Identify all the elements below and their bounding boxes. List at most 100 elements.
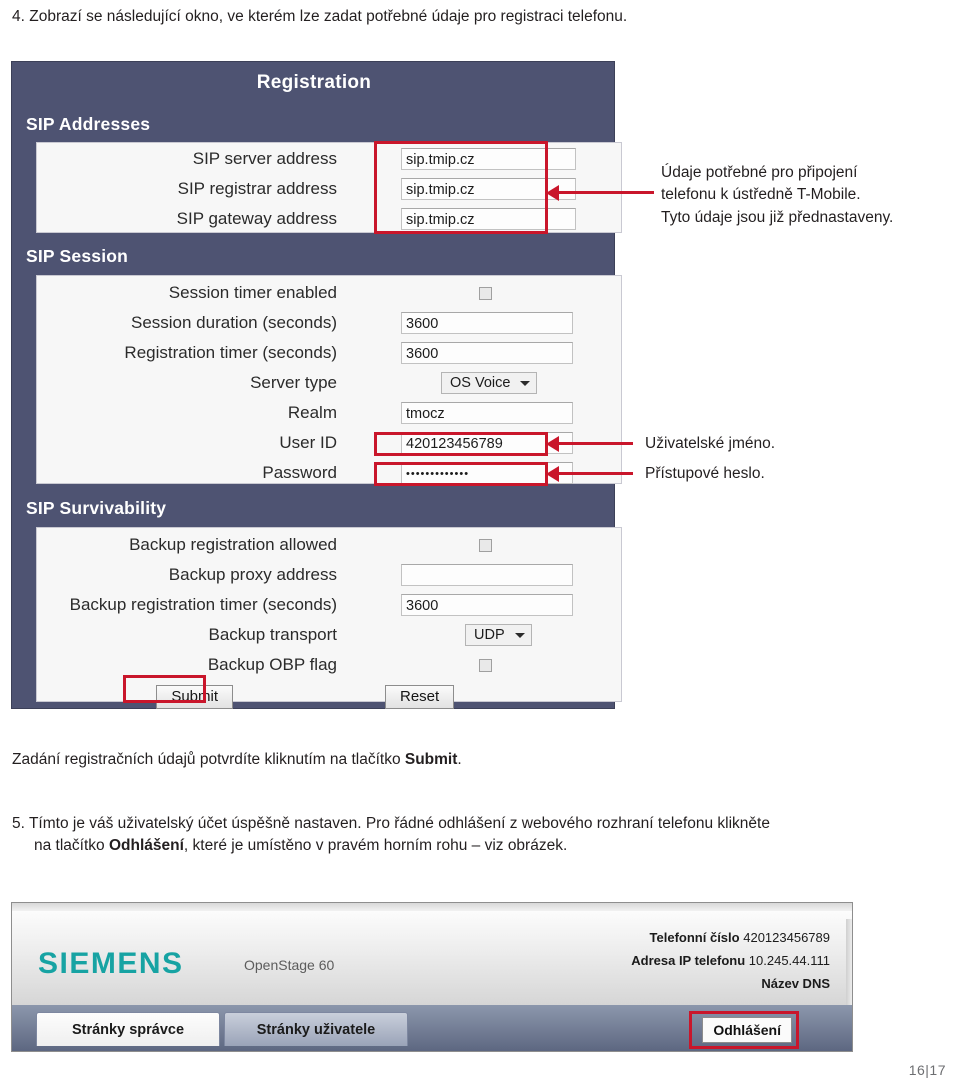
field-label: SIP gateway address <box>176 209 337 228</box>
submit-button[interactable]: Submit <box>156 685 233 709</box>
field-label: Backup transport <box>208 625 337 644</box>
sip-server-address-input[interactable]: sip.tmip.cz <box>401 148 576 170</box>
phone-model-label: OpenStage 60 <box>244 957 335 973</box>
page-number: 16|17 <box>908 1062 946 1078</box>
field-row: SIP gateway address sip.tmip.cz <box>37 204 621 234</box>
field-label: User ID <box>279 433 337 452</box>
field-row: Server type OS Voice <box>37 368 621 398</box>
step-4-text: 4. Zobrazí se následující okno, ve které… <box>12 8 628 25</box>
backup-registration-timer-input[interactable]: 3600 <box>401 594 573 616</box>
field-row: SIP registrar address sip.tmip.cz <box>37 174 621 204</box>
branding-band: SIEMENS OpenStage 60 Telefonní číslo 420… <box>12 911 852 1013</box>
field-label: Backup registration allowed <box>129 535 337 554</box>
registration-timer-input[interactable]: 3600 <box>401 342 573 364</box>
field-row: Session timer enabled <box>37 278 621 308</box>
logout-button[interactable]: Odhlášení <box>702 1017 792 1043</box>
sip-gateway-address-input[interactable]: sip.tmip.cz <box>401 208 576 230</box>
field-row: Backup OBP flag <box>37 650 621 680</box>
field-row: Realm tmocz <box>37 398 621 428</box>
chevron-down-icon <box>520 380 531 386</box>
form-actions: Submit Reset <box>37 680 621 714</box>
field-label: Registration timer (seconds) <box>124 343 337 362</box>
field-row: Backup registration allowed <box>37 530 621 560</box>
caption-bold-submit: Submit <box>404 751 458 768</box>
page-title: Registration <box>256 72 372 93</box>
tab-bar: Stránky správce Stránky uživatele Odhláš… <box>12 1005 852 1051</box>
info-row-ip-address: Adresa IP telefonu 10.245.44.111 <box>631 950 830 973</box>
info-row-dns-name: Název DNS <box>631 973 830 996</box>
chevron-down-icon <box>514 632 525 638</box>
realm-input[interactable]: tmocz <box>401 402 573 424</box>
backup-obp-flag-checkbox[interactable] <box>479 658 492 672</box>
annotation-line: telefonu k ústředně T-Mobile. <box>661 186 861 204</box>
field-label: Session duration (seconds) <box>130 313 337 332</box>
session-duration-input[interactable]: 3600 <box>401 312 573 334</box>
field-label: Server type <box>250 373 337 392</box>
step5-bold-odhlaseni: Odhlášení <box>108 837 184 854</box>
field-row: SIP server address sip.tmip.cz <box>37 144 621 174</box>
annotation-leader-line-1 <box>559 191 654 194</box>
step-5-text: 5. Tímto je váš uživatelský účet úspěšně… <box>12 813 942 857</box>
field-row: Backup proxy address <box>37 560 621 590</box>
info-key: Název DNS <box>761 975 830 991</box>
annotation-sip-addresses: Údaje potřebné pro připojení telefonu k … <box>661 162 951 229</box>
info-key: Adresa IP telefonu <box>631 952 746 968</box>
server-type-value: OS Voice <box>450 375 511 391</box>
step5-part: , které je umístěno v pravém horním rohu… <box>183 837 568 854</box>
sip-survivability-form: Backup registration allowed Backup proxy… <box>36 527 622 709</box>
field-label: Backup proxy address <box>168 565 337 584</box>
backup-proxy-address-input[interactable] <box>401 564 573 586</box>
annotation-arrow-2 <box>546 436 559 452</box>
registration-screenshot: Registration SIP Addresses SIP server ad… <box>11 61 622 709</box>
session-timer-enabled-checkbox[interactable] <box>479 286 492 300</box>
caption-part: Zadání registračních údajů potvrdíte kli… <box>12 751 405 768</box>
section-heading-sip-addresses: SIP Addresses <box>26 114 151 134</box>
field-row: Registration timer (seconds) 3600 <box>37 338 621 368</box>
annotation-leader-line-3 <box>559 472 633 475</box>
field-label: Backup OBP flag <box>207 655 337 674</box>
sip-session-form: Session timer enabled Session duration (… <box>36 275 622 484</box>
info-value: 420123456789 <box>743 930 830 945</box>
submit-caption-text: Zadání registračních údajů potvrdíte kli… <box>12 749 942 771</box>
field-row: Session duration (seconds) 3600 <box>37 308 621 338</box>
reset-button[interactable]: Reset <box>385 685 455 709</box>
step5-part: na tlačítko <box>34 837 109 854</box>
siemens-logo: SIEMENS <box>38 947 184 980</box>
field-label: Realm <box>287 403 337 422</box>
phone-info-block: Telefonní číslo 420123456789 Adresa IP t… <box>631 927 830 995</box>
annotation-arrow-3 <box>546 466 559 482</box>
backup-transport-select[interactable]: UDP <box>465 624 532 646</box>
section-heading-sip-survivability: SIP Survivability <box>26 498 167 518</box>
field-label: SIP registrar address <box>177 179 337 198</box>
info-value: 10.245.44.111 <box>748 952 830 968</box>
field-row: User ID 420123456789 <box>37 428 621 458</box>
annotation-arrow-1 <box>546 185 559 201</box>
annotation-line: Tyto údaje jsou již přednastaveny. <box>661 208 894 226</box>
scrollbar-track[interactable] <box>846 919 852 1013</box>
step5-line-1: 5. Tímto je váš uživatelský účet úspěšně… <box>12 815 770 832</box>
field-row: Backup transport UDP <box>37 620 621 650</box>
info-key: Telefonní číslo <box>649 930 740 945</box>
backup-transport-value: UDP <box>474 627 505 643</box>
info-row-phone-number: Telefonní číslo 420123456789 <box>631 927 830 950</box>
caption-part: . <box>457 751 462 768</box>
window-top-strip <box>12 903 852 911</box>
field-row: Backup registration timer (seconds) 3600 <box>37 590 621 620</box>
field-label: SIP server address <box>192 149 337 168</box>
phone-header-screenshot: SIEMENS OpenStage 60 Telefonní číslo 420… <box>11 902 853 1052</box>
field-label: Backup registration timer (seconds) <box>69 595 337 614</box>
sip-addresses-form: SIP server address sip.tmip.cz SIP regis… <box>36 142 622 233</box>
annotation-line: Údaje potřebné pro připojení <box>661 164 858 181</box>
field-label: Password <box>262 463 337 482</box>
server-type-select[interactable]: OS Voice <box>441 372 538 394</box>
field-row: Password ••••••••••••• <box>37 458 621 488</box>
annotation-leader-line-2 <box>559 442 633 445</box>
tab-uzivatele[interactable]: Stránky uživatele <box>224 1012 408 1046</box>
step5-line-2: na tlačítko Odhlášení, které je umístěno… <box>12 835 942 857</box>
tab-spravce[interactable]: Stránky správce <box>36 1012 220 1046</box>
section-heading-sip-session: SIP Session <box>26 246 129 266</box>
backup-registration-allowed-checkbox[interactable] <box>479 538 492 552</box>
field-label: Session timer enabled <box>168 283 337 302</box>
annotation-user-id: Uživatelské jméno. <box>645 435 776 452</box>
annotation-password: Přístupové heslo. <box>645 465 765 482</box>
